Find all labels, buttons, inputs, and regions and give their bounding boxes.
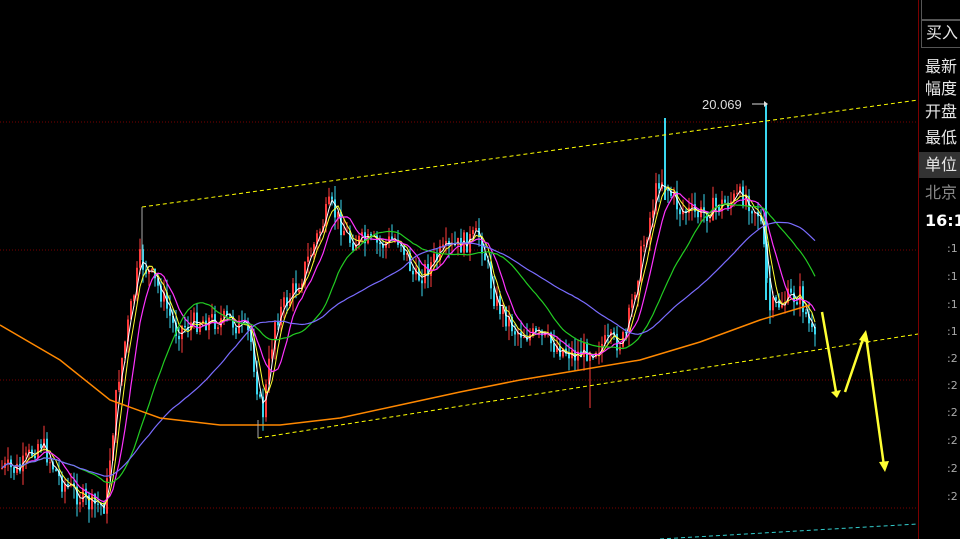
candle-body bbox=[217, 327, 219, 329]
candle-body bbox=[736, 192, 738, 194]
candle-body bbox=[82, 488, 84, 503]
candle-body bbox=[724, 199, 726, 203]
tick-label: :2 bbox=[947, 352, 958, 365]
open-label: 开盘 bbox=[925, 102, 958, 121]
amplitude-label: 幅度 bbox=[925, 79, 958, 98]
candle-body bbox=[283, 297, 285, 307]
candlestick-chart[interactable]: 20.069 bbox=[0, 0, 918, 539]
unit-row[interactable]: 单位 bbox=[919, 152, 960, 178]
candle-body bbox=[97, 503, 99, 505]
candle-body bbox=[643, 244, 645, 247]
candle-body bbox=[466, 232, 468, 253]
candle-body bbox=[715, 197, 717, 207]
tick-label: :2 bbox=[947, 406, 958, 419]
candle-body bbox=[568, 353, 570, 359]
tick-label: :1 bbox=[947, 325, 958, 338]
candle-body bbox=[781, 305, 783, 308]
candle-body bbox=[796, 302, 798, 305]
candle-body bbox=[319, 231, 321, 234]
sidebar-top-box bbox=[921, 0, 960, 20]
candle-body bbox=[805, 312, 807, 315]
tick-label: :1 bbox=[947, 270, 958, 283]
candle-body bbox=[67, 484, 69, 486]
buy-button[interactable]: 买入 bbox=[921, 20, 960, 48]
candle-body bbox=[667, 189, 669, 191]
candle-body bbox=[184, 325, 186, 328]
lower-support-line bbox=[659, 523, 918, 539]
candle-body bbox=[472, 230, 474, 234]
ma5-line bbox=[1, 184, 816, 509]
candle-body bbox=[679, 209, 681, 215]
candle-body bbox=[412, 270, 414, 275]
candle-body bbox=[55, 469, 57, 471]
candle-body bbox=[379, 242, 381, 245]
candle-body bbox=[751, 211, 753, 214]
tick-label: :2 bbox=[947, 434, 958, 447]
forecast-arrowhead bbox=[831, 390, 841, 398]
candle-body bbox=[91, 494, 93, 510]
beijing-label: 北京 bbox=[925, 183, 958, 202]
tick-label: :2 bbox=[947, 490, 958, 503]
candle-body bbox=[421, 280, 423, 284]
latest-label: 最新 bbox=[925, 57, 958, 76]
candle-body bbox=[331, 196, 333, 200]
candle-body bbox=[343, 231, 345, 236]
low-label: 最低 bbox=[925, 128, 958, 147]
candle-body bbox=[697, 211, 699, 218]
tick-label: :2 bbox=[947, 379, 958, 392]
candle-body bbox=[433, 253, 435, 263]
candle-body bbox=[7, 459, 9, 463]
candle-body bbox=[139, 249, 141, 268]
candle-body bbox=[151, 268, 153, 271]
candle-body bbox=[586, 342, 588, 361]
candle-body bbox=[49, 462, 51, 464]
candle-body bbox=[277, 321, 279, 326]
buy-label: 买入 bbox=[926, 23, 959, 42]
candle-body bbox=[370, 233, 372, 236]
candle-body bbox=[211, 314, 213, 318]
candle-body bbox=[25, 452, 27, 456]
candle-body bbox=[340, 211, 342, 236]
candle-body bbox=[307, 256, 309, 262]
candle-body bbox=[631, 299, 633, 308]
candle-body bbox=[790, 288, 792, 293]
quote-sidebar: 买入 最新 幅度 开盘 最低 单位 北京 16:1 :1 :1 :1 :1 :2… bbox=[918, 0, 960, 539]
tick-label: :1 bbox=[947, 242, 958, 255]
candle-body bbox=[523, 337, 525, 339]
candle-body bbox=[484, 253, 486, 261]
candle-body bbox=[772, 297, 774, 311]
candle-body bbox=[352, 242, 354, 251]
time-label: 16:1 bbox=[925, 211, 960, 230]
candle-body bbox=[259, 394, 261, 397]
candle-body bbox=[328, 196, 330, 205]
candle-body bbox=[235, 327, 237, 334]
candle-body bbox=[607, 335, 609, 337]
candle-body bbox=[493, 288, 495, 306]
upper-trendline bbox=[141, 99, 918, 208]
tick-label: :2 bbox=[947, 462, 958, 475]
candle-body bbox=[178, 335, 180, 340]
candle-body bbox=[118, 381, 120, 391]
candle-body bbox=[475, 228, 477, 231]
forecast-arrow bbox=[864, 335, 886, 467]
tick-label: :1 bbox=[947, 298, 958, 311]
high-price-label: 20.069 bbox=[702, 97, 742, 112]
unit-label: 单位 bbox=[925, 155, 958, 174]
candle-body bbox=[13, 467, 15, 473]
candle-body bbox=[658, 183, 660, 189]
forecast-arrowhead bbox=[879, 461, 889, 472]
candle-body bbox=[514, 331, 516, 335]
candle-body bbox=[34, 455, 36, 459]
candle-body bbox=[298, 289, 300, 292]
candle-body bbox=[193, 312, 195, 323]
candle-body bbox=[79, 502, 81, 505]
candle-body bbox=[709, 220, 711, 222]
candle-body bbox=[37, 444, 39, 459]
